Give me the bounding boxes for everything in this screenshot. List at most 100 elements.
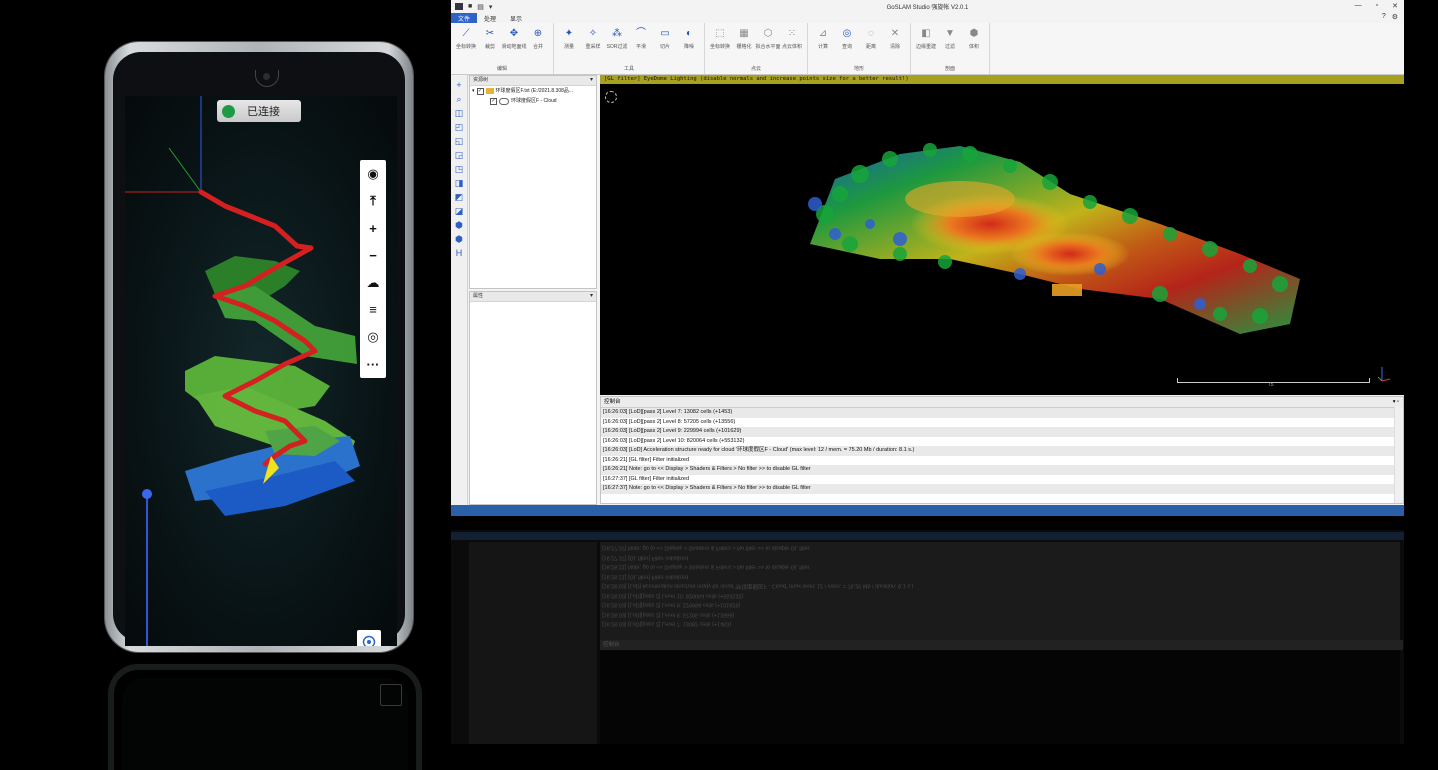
ribbon-icon: ✦: [564, 28, 574, 39]
panel-menu-icon[interactable]: ▾: [590, 292, 593, 301]
scale-label: 75: [1268, 382, 1274, 388]
3d-viewport[interactable]: [GL filter] EyeDome Lighting (disable no…: [600, 75, 1404, 395]
minimize-icon[interactable]: —: [1355, 2, 1362, 10]
ribbon-button-label: 合并: [532, 44, 543, 50]
locate-button[interactable]: [357, 630, 381, 646]
ribbon-button-label: 查询: [841, 44, 852, 50]
window-title: GoSLAM Studio 强旋帐 V2.0.1: [886, 5, 969, 11]
tool-icon[interactable]: ⬢: [454, 234, 465, 245]
tool-icon[interactable]: ◰: [454, 122, 465, 133]
phone-screen: 已连接 ◉ ⤒ + − ☁ ≡ ◎ ···: [125, 96, 397, 646]
tool-icon[interactable]: H: [454, 248, 465, 259]
ribbon-icon: ⁂: [612, 28, 622, 39]
ribbon-group: ◧ 边缘重建 ▼ 过滤 ⬢ 体积 剖面: [911, 23, 990, 74]
ribbon-icon: ⁙: [787, 28, 797, 39]
align-icon[interactable]: ≡: [363, 300, 383, 320]
connected-indicator-icon: [222, 104, 235, 118]
tool-icon[interactable]: ◩: [454, 192, 465, 203]
front-camera: [255, 70, 279, 87]
ribbon-icon: ▭: [660, 28, 670, 39]
ribbon-icon: ⊿: [818, 28, 828, 39]
ribbon-button-label: SOR过滤: [606, 44, 628, 50]
log-line: [16:26:03] [LoD][pass 2] Level 8: 57205 …: [603, 418, 736, 425]
vertical-slider-handle[interactable]: [142, 489, 152, 499]
ribbon-icon: ◧: [921, 28, 931, 39]
tree-item-file[interactable]: ▾ ✓ 环球度假区F.txt (E:/2021.8.308品...: [470, 86, 596, 96]
ribbon-button-label: 边缘重建: [915, 44, 936, 50]
console-panel: 控制台 ▾ ▫ [16:26:03] [LoD][pass 2] Level 7:…: [600, 396, 1404, 504]
y-axis: [168, 147, 202, 193]
zoom-in-icon[interactable]: +: [363, 218, 383, 238]
eye-icon[interactable]: ◉: [363, 164, 383, 184]
ribbon-icon: ⟋: [462, 28, 470, 39]
tool-icon[interactable]: ⌕: [454, 94, 465, 105]
ribbon-icon: ⊕: [533, 28, 543, 39]
console-log[interactable]: [16:26:03] [LoD][pass 2] Level 7: 13082 …: [601, 408, 1403, 494]
expand-icon[interactable]: ▾: [472, 86, 475, 96]
ribbon-button-label: 坐标转换: [709, 44, 730, 50]
ribbon: ⟋ 坐标转换 ✂ 裁剪 ✥ 滑动地面线 ⊕ 合并 编辑 ✦ 测量 ✧ 重采样 ⁂ SOR过滤 ⌒ 平滑 ▭ 切片 ◐ 降…: [451, 23, 1404, 75]
vertical-slider-track[interactable]: [146, 496, 148, 646]
ribbon-group-label: 工具: [623, 66, 634, 72]
ribbon-icon: ⬡: [763, 28, 773, 39]
menu-process[interactable]: 处理: [477, 13, 503, 23]
connection-status[interactable]: 已连接: [217, 100, 301, 122]
tool-icon[interactable]: ◨: [454, 178, 465, 189]
zoom-out-icon[interactable]: −: [363, 245, 383, 265]
ribbon-icon: ✂: [485, 28, 495, 39]
ribbon-icon: ◌: [868, 28, 874, 39]
tree-item-cloud[interactable]: ✓ 环球度假区F - Cloud: [470, 96, 596, 106]
log-line: [16:26:03] [LoD][pass 2] Level 10: 82006…: [603, 437, 745, 444]
tool-icon[interactable]: ◫: [454, 108, 465, 119]
phone-point-cloud-view[interactable]: [125, 96, 397, 646]
help-icon[interactable]: ?: [1382, 13, 1386, 21]
more-icon[interactable]: ···: [363, 354, 383, 374]
tool-icon[interactable]: ◱: [454, 136, 465, 147]
close-icon[interactable]: ✕: [1392, 2, 1398, 10]
tool-icon[interactable]: ◳: [454, 164, 465, 175]
ribbon-group-label: 剖面: [944, 66, 955, 72]
tool-icon[interactable]: ◪: [454, 206, 465, 217]
properties-header: 属性 ▾: [470, 292, 596, 302]
checkbox-icon[interactable]: ✓: [476, 87, 484, 95]
ribbon-icon: ⬢: [969, 28, 979, 39]
ribbon-button-label: 切片: [659, 44, 670, 50]
menu-file[interactable]: 文件: [451, 13, 478, 23]
panel-menu-icon[interactable]: ▾: [590, 76, 593, 85]
fit-height-icon[interactable]: ⤒: [363, 191, 383, 211]
ribbon-button-label: 坐标转换: [455, 44, 476, 50]
reflected-log-line: [16:26:03] [LoD][pass 2] Level 9: 229994…: [602, 601, 741, 608]
phone-bezel: 已连接 ◉ ⤒ + − ☁ ≡ ◎ ···: [113, 52, 405, 646]
ribbon-icon: ⬚: [715, 28, 725, 39]
ribbon-group-label: 点云: [750, 66, 761, 72]
tool-icon[interactable]: +: [454, 80, 465, 91]
folder-icon: [485, 88, 494, 94]
ribbon-icon: ◎: [842, 28, 852, 39]
cloud-icon[interactable]: ☁: [363, 273, 383, 293]
tool-icon[interactable]: ⬢: [454, 220, 465, 231]
ribbon-button-label: 降噪: [683, 44, 694, 50]
ribbon-button-label: 滑动地面线: [501, 44, 527, 50]
maximize-icon[interactable]: ▫: [1376, 2, 1378, 10]
ribbon-button-label: 距离: [865, 44, 876, 50]
reflected-log-line: [16:27:37] Note: go to << Display > Shad…: [602, 544, 810, 551]
tree-item-cloud-label: 环球度假区F - Cloud: [511, 98, 557, 104]
staircase-cloud: [185, 256, 360, 516]
tool-icon[interactable]: ◲: [454, 150, 465, 161]
ribbon-group-label: 编辑: [496, 66, 507, 72]
taskbar: [451, 505, 1404, 516]
phone-toolbar: ◉ ⤒ + − ☁ ≡ ◎ ···: [360, 160, 386, 378]
menu-display[interactable]: 显示: [503, 13, 529, 23]
log-line: [16:26:03] [LoD][pass 2] Level 9: 229994…: [601, 427, 1403, 437]
properties-panel: 属性 ▾: [469, 291, 597, 505]
tree-item-file-label: 环球度假区F.txt (E:/2021.8.308品...: [495, 88, 574, 94]
checkbox-icon[interactable]: ✓: [490, 97, 497, 105]
target-icon[interactable]: ◎: [363, 327, 383, 347]
settings-icon[interactable]: ⚙: [1392, 13, 1398, 21]
console-controls-icon[interactable]: ▾ ▫: [1393, 397, 1399, 407]
connection-status-label: 已连接: [247, 106, 280, 118]
log-line: [16:26:21] Note: go to << Display > Shad…: [601, 465, 1403, 475]
console-scrollbar[interactable]: [1394, 407, 1403, 503]
ribbon-group: ⬚ 坐标转换 ▦ 栅格化 ⬡ 拟合水平面 ⁙ 点云体积 点云: [705, 23, 808, 74]
phone-device: 已连接 ◉ ⤒ + − ☁ ≡ ◎ ···: [105, 42, 413, 652]
